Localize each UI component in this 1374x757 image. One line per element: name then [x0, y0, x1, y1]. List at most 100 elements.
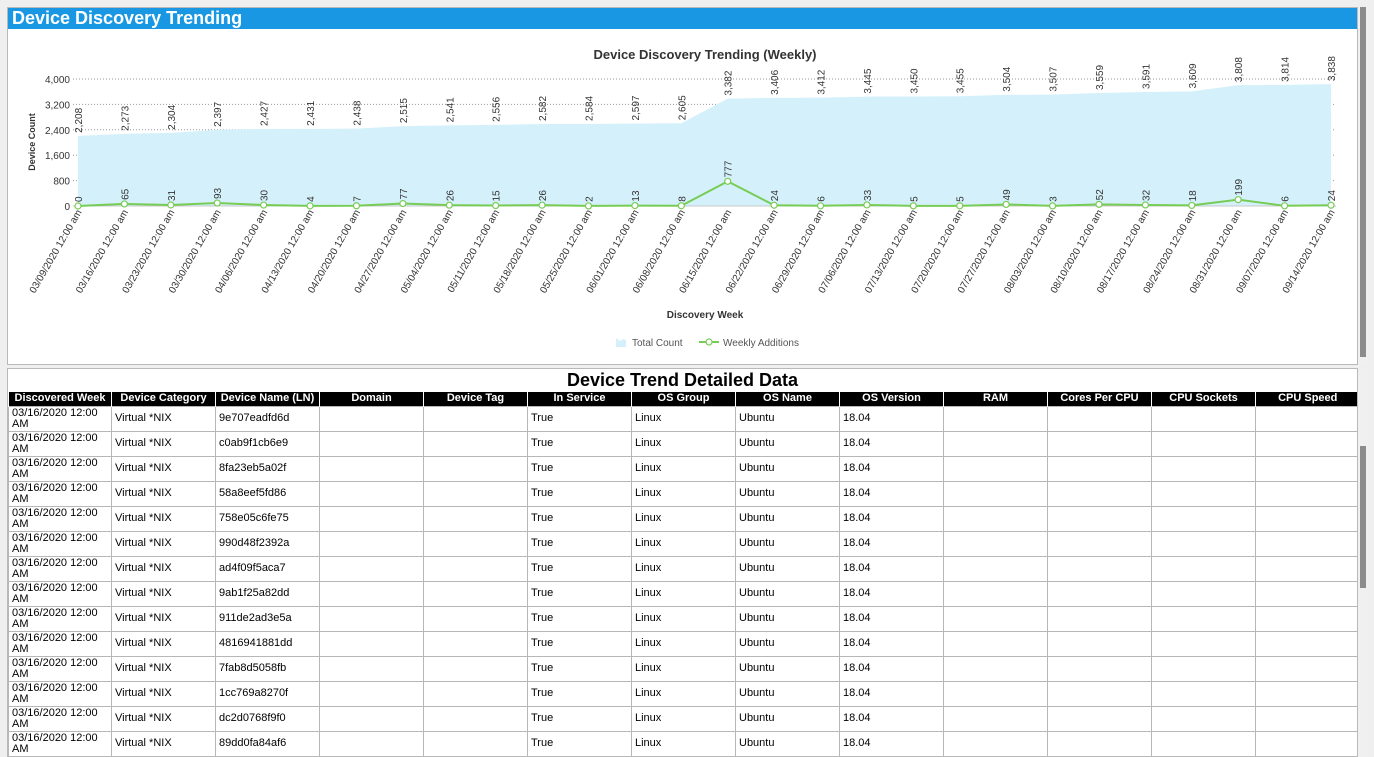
table-cell [1255, 630, 1357, 657]
table-cell [423, 655, 528, 682]
table-cell [1047, 605, 1152, 632]
column-header[interactable]: Discovered Week [8, 392, 112, 406]
table-cell [1047, 430, 1152, 457]
table-cell: Ubuntu [735, 580, 840, 607]
y-tick-label: 3,200 [45, 100, 70, 111]
x-tick-label: 06/08/2020 12:00 am [631, 208, 688, 295]
table-cell [1151, 430, 1256, 457]
weekly-additions-data-label: 199 [1234, 179, 1245, 196]
legend-total-count-label[interactable]: Total Count [632, 338, 683, 349]
column-header[interactable]: OS Name [735, 392, 840, 406]
table-cell: Virtual *NIX [111, 655, 216, 682]
table-cell: 18.04 [839, 580, 944, 607]
y-tick-label: 2,400 [45, 126, 70, 137]
table-cell: Linux [631, 455, 736, 482]
weekly-additions-point [492, 201, 500, 210]
table-cell [1255, 455, 1357, 482]
chart-title: Device Discovery Trending (Weekly) [593, 47, 816, 62]
table-row[interactable]: 03/16/2020 12:00 AM Virtual *NIX 9e707eadf… [8, 405, 1357, 432]
table-row[interactable]: 03/16/2020 12:00 AM Virtual *NIX dc2d0768f… [8, 705, 1357, 732]
table-panel: Device Trend Detailed Data Discovered We… [7, 368, 1358, 757]
column-header[interactable]: In Service [527, 392, 632, 406]
table-cell [1151, 405, 1256, 432]
column-header[interactable]: CPU Sockets [1151, 392, 1256, 406]
table-cell [1151, 580, 1256, 607]
table-cell [1047, 405, 1152, 432]
weekly-additions-point [1327, 201, 1335, 209]
table-row[interactable]: 03/16/2020 12:00 AM Virtual *NIX 1cc769a82… [8, 680, 1357, 707]
x-tick-label: 07/20/2020 12:00 am [910, 208, 967, 295]
x-tick-label: 09/07/2020 12:00 am [1234, 208, 1291, 295]
table-row[interactable]: 03/16/2020 12:00 AM Virtual *NIX 8fa23eb5a… [8, 455, 1357, 482]
table-row[interactable]: 03/16/2020 12:00 AM Virtual *NIX c0ab9f1cb… [8, 430, 1357, 457]
x-tick-label: 08/10/2020 12:00 am [1049, 208, 1106, 295]
column-header[interactable]: Domain [319, 392, 424, 406]
table-row[interactable]: 03/16/2020 12:00 AM Virtual *NIX 481694188… [8, 630, 1357, 657]
weekly-additions-point [677, 202, 685, 210]
table-cell: 9e707eadfd6d [215, 405, 320, 432]
table-cell: Linux [631, 605, 736, 632]
x-tick-label: 06/22/2020 12:00 am [724, 208, 781, 295]
table-cell: Ubuntu [735, 655, 840, 682]
table-panel-scrollbar-thumb[interactable] [1360, 446, 1366, 588]
weekly-additions-data-label: 26 [538, 190, 549, 202]
total-count-data-label: 2,584 [584, 95, 595, 120]
table-cell [1151, 455, 1256, 482]
table-row[interactable]: 03/16/2020 12:00 AM Virtual *NIX 990d48f23… [8, 530, 1357, 557]
x-tick-label: 08/24/2020 12:00 am [1142, 208, 1199, 295]
table-cell: Ubuntu [735, 705, 840, 732]
column-header[interactable]: Device Name (LN) [215, 392, 320, 406]
legend-total-count-icon[interactable] [616, 338, 626, 347]
table-cell [1047, 455, 1152, 482]
legend-weekly-additions-label[interactable]: Weekly Additions [723, 338, 799, 349]
column-header[interactable]: OS Version [839, 392, 944, 406]
column-header[interactable]: CPU Speed [1255, 392, 1357, 406]
column-header[interactable]: RAM [943, 392, 1048, 406]
table-row[interactable]: 03/16/2020 12:00 AM Virtual *NIX 758e05c6f… [8, 505, 1357, 532]
table-cell: True [527, 605, 632, 632]
table-cell [943, 405, 1048, 432]
weekly-additions-data-label: 26 [445, 190, 456, 202]
weekly-additions-point [260, 201, 268, 209]
table-cell: Ubuntu [735, 680, 840, 707]
table-cell [319, 530, 424, 557]
table-row[interactable]: 03/16/2020 12:00 AM Virtual *NIX 911de2ad3… [8, 605, 1357, 632]
table-cell [1047, 530, 1152, 557]
column-header[interactable]: OS Group [631, 392, 736, 406]
table-row[interactable]: 03/16/2020 12:00 AM Virtual *NIX 7fab8d505… [8, 655, 1357, 682]
table-cell: 18.04 [839, 430, 944, 457]
table-cell [1047, 655, 1152, 682]
x-tick-label: 07/27/2020 12:00 am [956, 208, 1013, 295]
weekly-additions-data-label: 6 [817, 196, 828, 202]
table-cell [1255, 405, 1357, 432]
table-panel-scrollbar[interactable] [1358, 368, 1368, 757]
table-cell [1151, 705, 1256, 732]
column-header[interactable]: Device Category [111, 392, 216, 406]
table-cell [423, 630, 528, 657]
x-tick-label: 06/29/2020 12:00 am [770, 208, 827, 295]
table-row[interactable]: 03/16/2020 12:00 AM Virtual *NIX ad4f09f5a… [8, 555, 1357, 582]
chart-panel-scrollbar-thumb[interactable] [1360, 7, 1366, 357]
table-cell [1255, 530, 1357, 557]
table-cell [423, 480, 528, 507]
table-cell [1151, 505, 1256, 532]
table-cell: Linux [631, 480, 736, 507]
table-cell [1255, 505, 1357, 532]
table-cell: 990d48f2392a [215, 530, 320, 557]
y-tick-label: 800 [53, 177, 70, 188]
table-cell: Linux [631, 730, 736, 756]
chart-panel-scrollbar[interactable] [1358, 7, 1368, 365]
column-header[interactable]: Cores Per CPU [1047, 392, 1152, 406]
chart-panel: Device Discovery Trending Device Discove… [7, 7, 1358, 365]
table-row[interactable]: 03/16/2020 12:00 AM Virtual *NIX 58a8eef5f… [8, 480, 1357, 507]
total-count-data-label: 2,208 [74, 107, 85, 132]
table-row[interactable]: 03/16/2020 12:00 AM Virtual *NIX 89dd0fa84… [8, 730, 1357, 756]
table-cell [1255, 655, 1357, 682]
table-cell [1151, 555, 1256, 582]
table-cell [1255, 605, 1357, 632]
column-header[interactable]: Device Tag [423, 392, 528, 406]
weekly-additions-point [863, 201, 871, 209]
weekly-additions-data-label: 18 [1188, 190, 1199, 202]
table-row[interactable]: 03/16/2020 12:00 AM Virtual *NIX 9ab1f25a8… [8, 580, 1357, 607]
legend-weekly-additions-point-icon[interactable] [705, 338, 713, 346]
